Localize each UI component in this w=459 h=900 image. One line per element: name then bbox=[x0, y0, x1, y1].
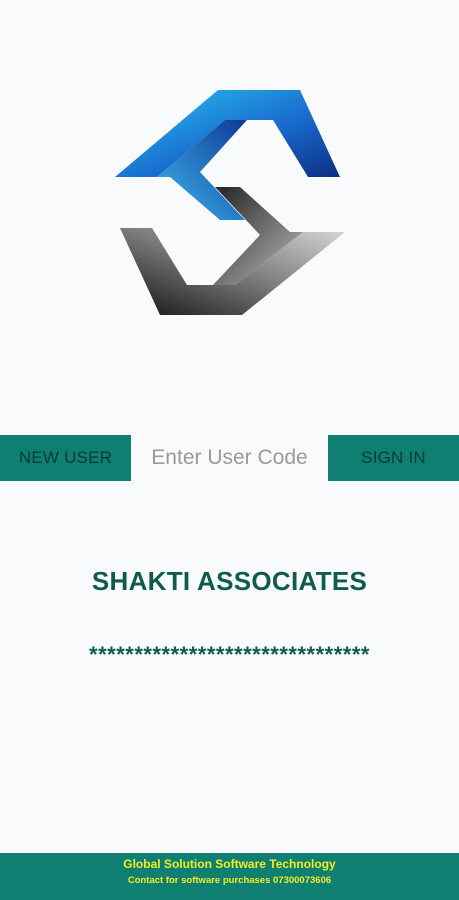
login-bar: NEW USER SIGN IN bbox=[0, 435, 459, 481]
app-logo bbox=[95, 80, 365, 325]
sign-in-button[interactable]: SIGN IN bbox=[328, 435, 459, 481]
new-user-button[interactable]: NEW USER bbox=[0, 435, 131, 481]
company-name: SHAKTI ASSOCIATES bbox=[91, 566, 368, 596]
footer-bar: Global Solution Software Technology Cont… bbox=[0, 853, 459, 900]
user-code-input[interactable] bbox=[131, 435, 328, 481]
masked-text: ******************************* bbox=[89, 642, 370, 667]
footer-company-text: Global Solution Software Technology bbox=[123, 857, 336, 871]
s-shape-logo-icon bbox=[115, 90, 345, 315]
footer-contact-text: Contact for software purchases 073000736… bbox=[127, 875, 332, 886]
